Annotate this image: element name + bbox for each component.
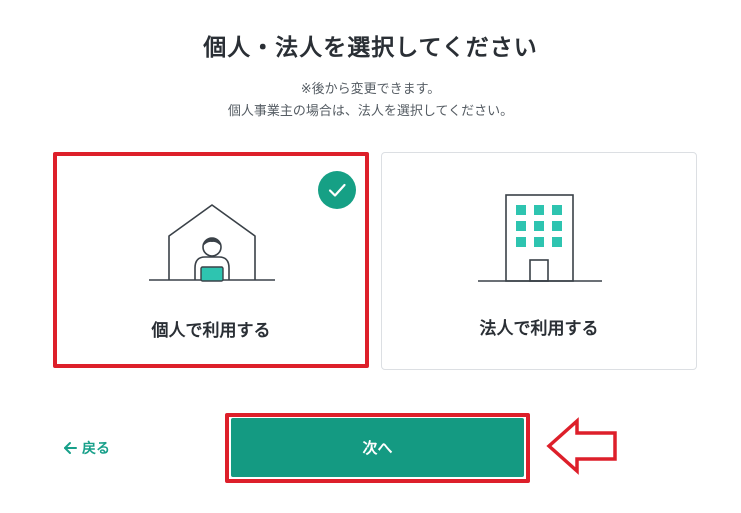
page-title: 個人・法人を選択してください [203, 35, 538, 61]
selected-check-icon [318, 171, 356, 209]
account-type-page: 個人・法人を選択してください ※後から変更できます。 個人事業主の場合は、法人を… [0, 0, 741, 513]
next-button[interactable]: 次へ [231, 418, 524, 477]
option-card-individual[interactable]: 個人で利用する [53, 152, 369, 368]
option-card-corporate[interactable]: 法人で利用する [381, 152, 697, 370]
note-sole-proprietor: 個人事業主の場合は、法人を選択してください。 [227, 104, 514, 119]
note-change-later: ※後から変更できます。 [300, 82, 441, 97]
back-link[interactable]: 戻る [62, 437, 110, 459]
back-label: 戻る [82, 441, 110, 457]
arrow-left-icon [64, 442, 77, 454]
option-label-individual: 個人で利用する [151, 321, 271, 341]
annotation-arrow-icon [546, 417, 617, 475]
option-label-corporate: 法人で利用する [479, 319, 599, 339]
